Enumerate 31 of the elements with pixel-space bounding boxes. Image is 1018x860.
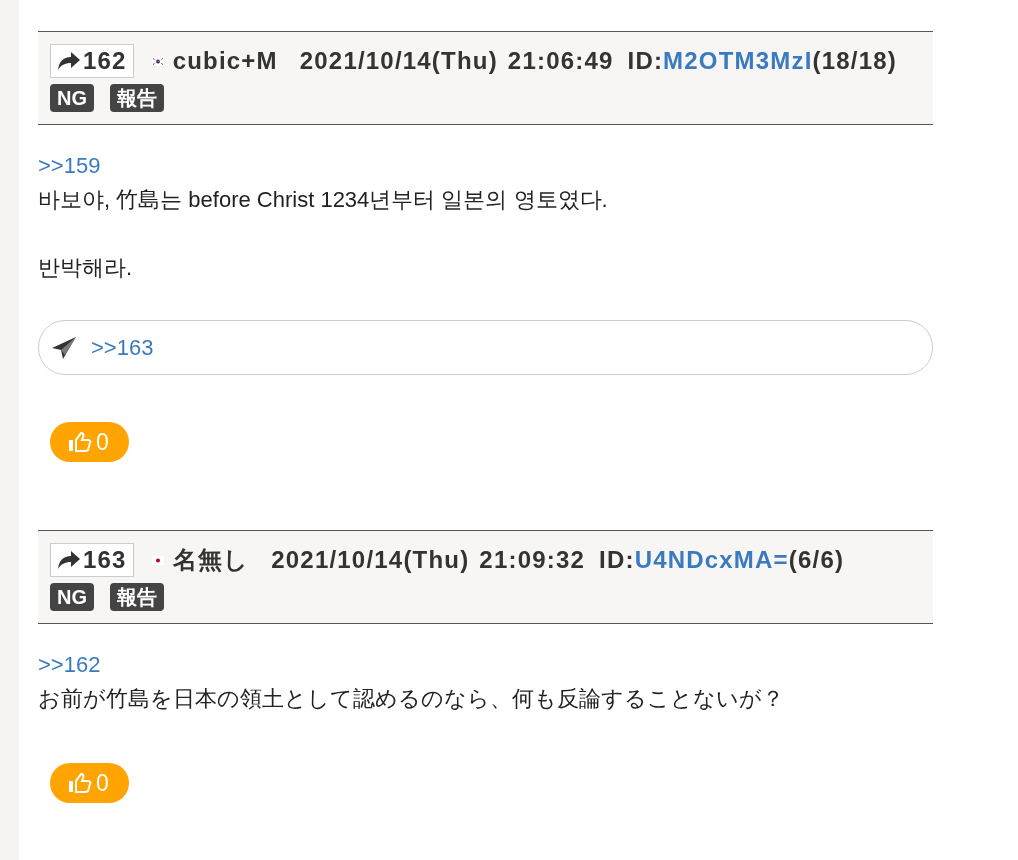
post-text: お前が竹島を日本の領土として認めるのなら、何も反論することないが？ [38, 685, 785, 713]
poster-name: 名無し [172, 545, 250, 575]
post-text: 바보야, 竹島는 before Christ 1234년부터 일본의 영토였다. [38, 186, 609, 214]
id-link[interactable]: U4NDcxMA= [634, 546, 789, 573]
post-number-link[interactable]: 163 [50, 543, 134, 577]
reply-anchor-link[interactable]: >>159 [38, 153, 101, 178]
share-arrow-icon [57, 51, 81, 71]
paper-plane-icon [51, 335, 77, 360]
post-time: 21:09:32 [479, 546, 586, 574]
reply-anchor-link[interactable]: >>162 [38, 652, 101, 677]
tag-button[interactable]: 報告 [110, 84, 164, 112]
post-date: 2021/10/14(Thu) [271, 546, 470, 574]
tag-button[interactable]: NG [50, 583, 94, 611]
reply-anchor-link[interactable]: >>163 [91, 334, 154, 361]
post-number-link[interactable]: 162 [50, 44, 134, 78]
poster-name: cubic+M [172, 47, 278, 75]
thumbs-up-icon [68, 431, 92, 453]
thumbs-up-icon [68, 772, 92, 794]
tag-button[interactable]: 報告 [110, 583, 164, 611]
id-label: ID: [627, 47, 664, 74]
korean-flag-icon [151, 56, 164, 66]
id-count: (6/6) [788, 546, 845, 573]
tag-button[interactable]: NG [50, 84, 94, 112]
japanese-flag-icon [151, 555, 164, 565]
id-link[interactable]: M2OTM3MzI [663, 47, 813, 74]
post-date: 2021/10/14(Thu) [299, 47, 498, 75]
post-text: 반박해라. [38, 254, 134, 282]
share-arrow-icon [57, 550, 81, 570]
id-count: (18/18) [812, 47, 898, 74]
id-label: ID: [599, 546, 635, 573]
post-time: 21:06:49 [507, 47, 614, 75]
